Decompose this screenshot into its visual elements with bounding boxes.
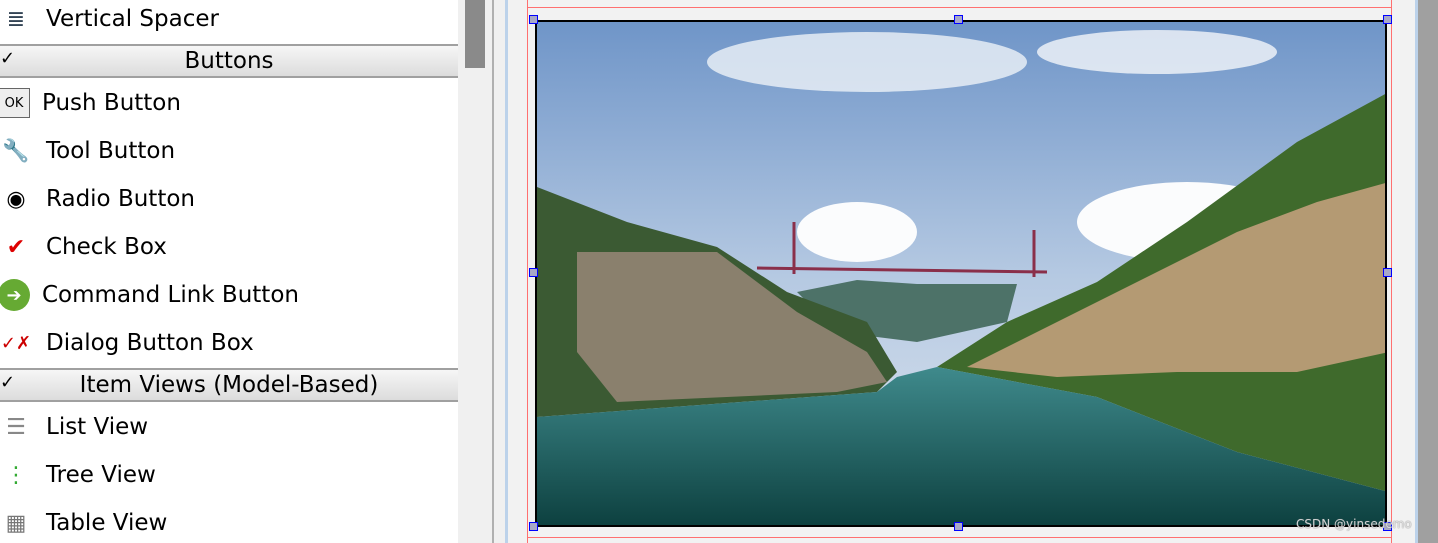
resize-handle[interactable] bbox=[1383, 15, 1392, 24]
watermark: CSDN @yinsedemo bbox=[1296, 517, 1412, 531]
landscape-image bbox=[537, 22, 1385, 525]
category-item-views[interactable]: ✓ Item Views (Model-Based) bbox=[0, 368, 458, 402]
widget-item-list-view[interactable]: ☰ List View bbox=[0, 403, 458, 451]
widget-item-vertical-spacer[interactable]: ≣ Vertical Spacer bbox=[0, 0, 458, 43]
check-box-icon: ✔ bbox=[6, 234, 26, 260]
widget-item-tree-view[interactable]: ⋮ Tree View bbox=[0, 451, 458, 499]
layout-border bbox=[527, 0, 528, 543]
widget-item-table-view[interactable]: ▦ Table View bbox=[0, 499, 458, 543]
tool-button-icon: 🔧 bbox=[2, 138, 30, 164]
dialog-button-box-icon: ✓✗ bbox=[0, 332, 32, 354]
right-panel-edge bbox=[1418, 0, 1438, 543]
list-view-icon: ☰ bbox=[6, 414, 26, 440]
widget-item-radio-button[interactable]: ◉ Radio Button bbox=[0, 175, 458, 223]
widget-item-tool-button[interactable]: 🔧 Tool Button bbox=[0, 127, 458, 175]
resize-handle[interactable] bbox=[529, 268, 538, 277]
widget-item-push-button[interactable]: OK Push Button bbox=[0, 79, 458, 127]
category-buttons[interactable]: ✓ Buttons bbox=[0, 44, 458, 78]
widget-item-check-box[interactable]: ✔ Check Box bbox=[0, 223, 458, 271]
widget-box-scrollbar[interactable] bbox=[460, 0, 488, 543]
widget-box: ≣ Vertical Spacer ✓ Buttons OK Push Butt… bbox=[0, 0, 458, 543]
push-button-icon: OK bbox=[0, 88, 30, 118]
resize-handle[interactable] bbox=[1383, 268, 1392, 277]
resize-handle[interactable] bbox=[954, 522, 963, 531]
resize-handle[interactable] bbox=[529, 15, 538, 24]
widget-item-command-link-button[interactable]: ➔ Command Link Button bbox=[0, 271, 458, 319]
image-label[interactable] bbox=[535, 20, 1387, 527]
widget-item-dialog-button-box[interactable]: ✓✗ Dialog Button Box bbox=[0, 319, 458, 367]
tree-view-icon: ⋮ bbox=[5, 462, 27, 488]
scrollbar-thumb[interactable] bbox=[465, 0, 485, 68]
resize-handle[interactable] bbox=[529, 522, 538, 531]
chevron-down-icon: ✓ bbox=[0, 48, 16, 69]
resize-handle[interactable] bbox=[954, 15, 963, 24]
command-link-icon: ➔ bbox=[0, 279, 30, 311]
layout-border bbox=[527, 537, 1392, 538]
splitter[interactable] bbox=[492, 0, 494, 543]
layout-border bbox=[527, 7, 1392, 8]
radio-button-icon: ◉ bbox=[6, 186, 26, 212]
vertical-spacer-icon: ≣ bbox=[6, 6, 26, 32]
chevron-down-icon: ✓ bbox=[0, 372, 16, 393]
table-view-icon: ▦ bbox=[5, 510, 27, 536]
